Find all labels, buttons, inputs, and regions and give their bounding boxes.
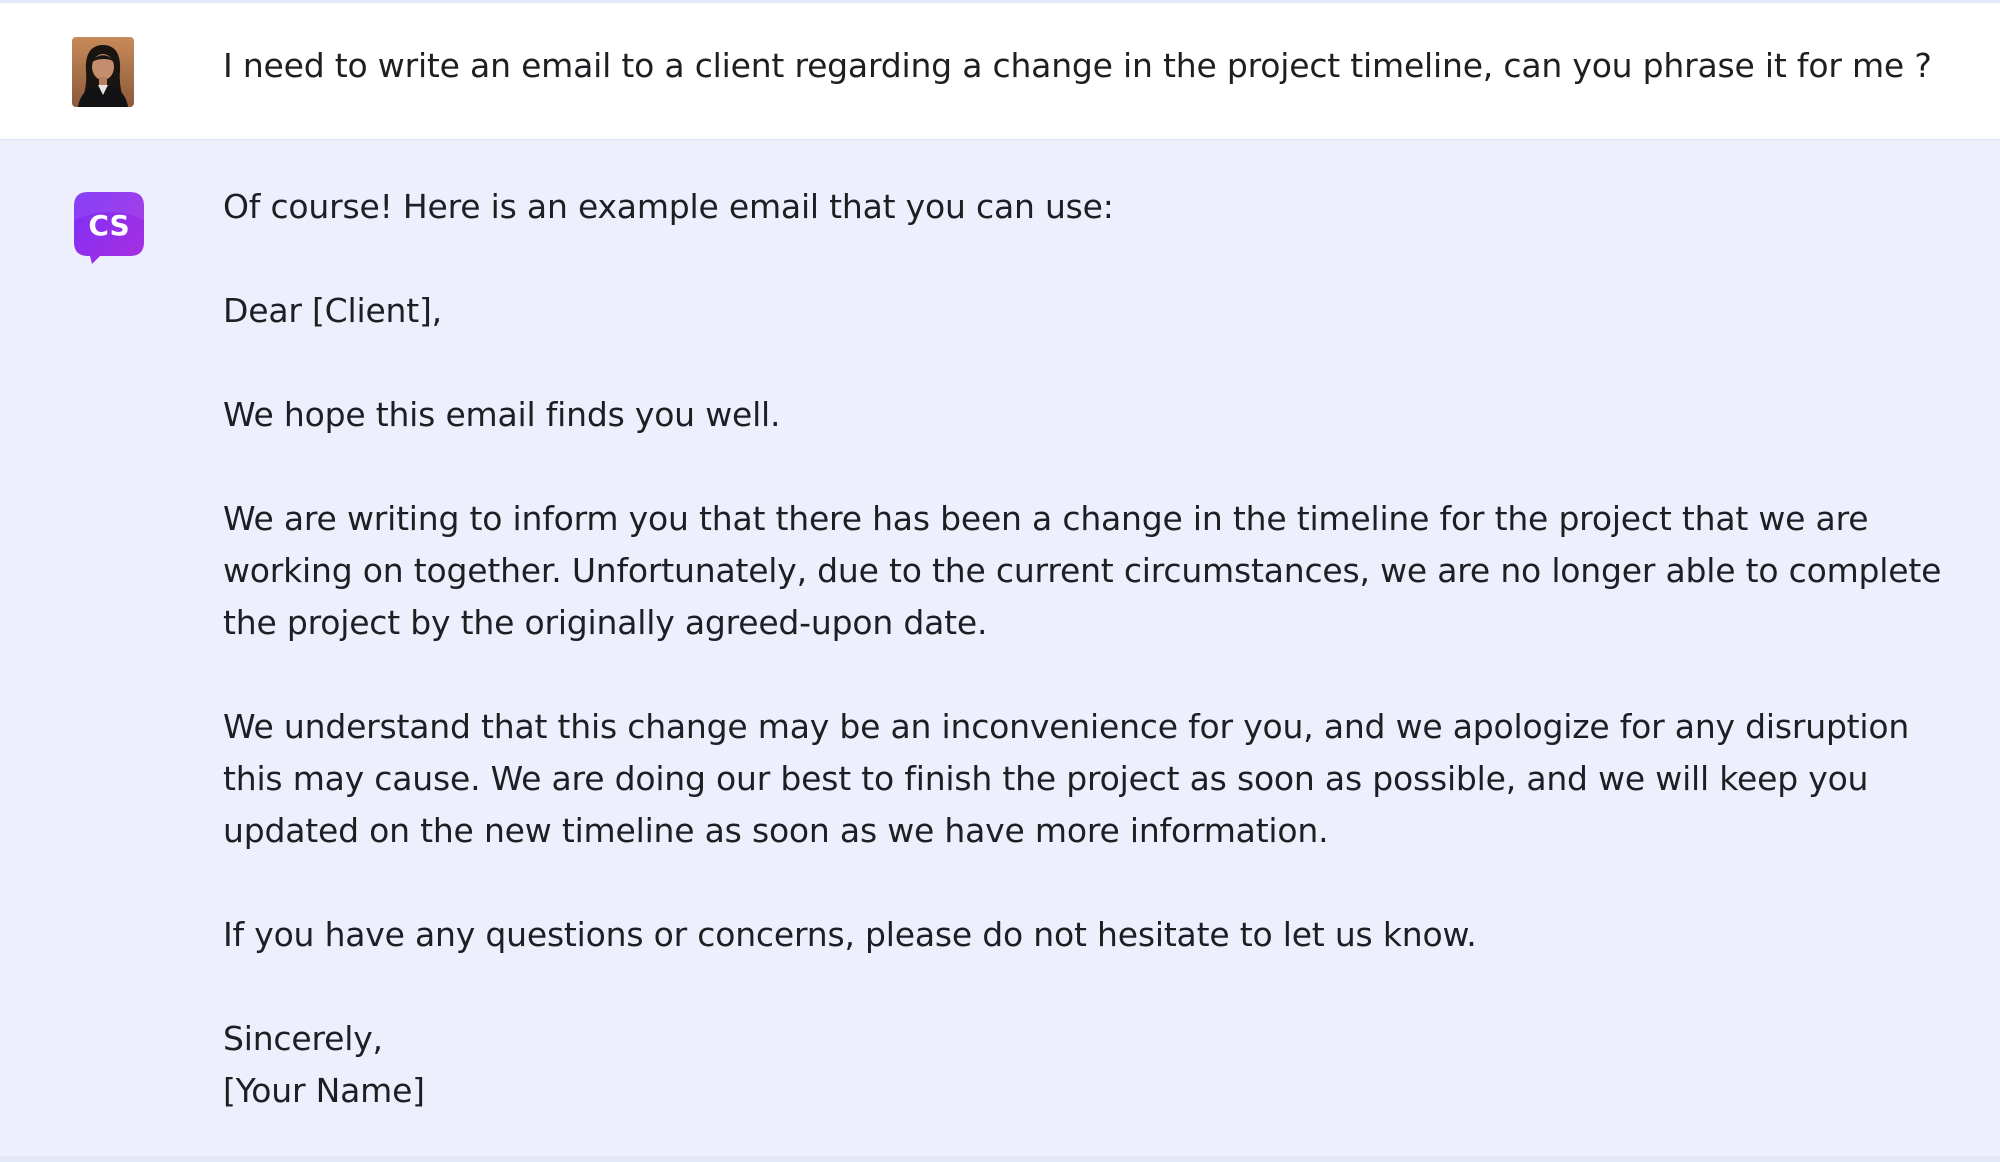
user-message: I need to write an email to a client reg… — [0, 0, 2000, 140]
email-signoff: Sincerely, [Your Name] — [223, 1013, 1950, 1117]
assistant-message-body: Of course! Here is an example email that… — [223, 181, 1950, 1117]
email-paragraph-4: If you have any questions or concerns, p… — [223, 915, 1477, 954]
assistant-message: CS Of course! Here is an example email t… — [0, 140, 2000, 1162]
user-avatar — [72, 37, 134, 107]
email-paragraph-3: We understand that this change may be an… — [223, 707, 1910, 850]
email-paragraph-2: We are writing to inform you that there … — [223, 499, 1942, 642]
email-greeting: Dear [Client], — [223, 291, 442, 330]
cs-logo-label: CS — [88, 209, 129, 242]
email-signature: [Your Name] — [223, 1071, 425, 1110]
cs-logo-icon: CS — [74, 192, 144, 264]
assistant-avatar: CS — [72, 190, 146, 264]
chat-thread: I need to write an email to a client reg… — [0, 0, 2000, 1162]
email-closing: Sincerely, — [223, 1019, 383, 1058]
assistant-intro: Of course! Here is an example email that… — [223, 187, 1114, 226]
user-photo-avatar-icon — [72, 37, 134, 107]
email-paragraph-1: We hope this email finds you well. — [223, 395, 781, 434]
user-message-text: I need to write an email to a client reg… — [223, 46, 1932, 85]
